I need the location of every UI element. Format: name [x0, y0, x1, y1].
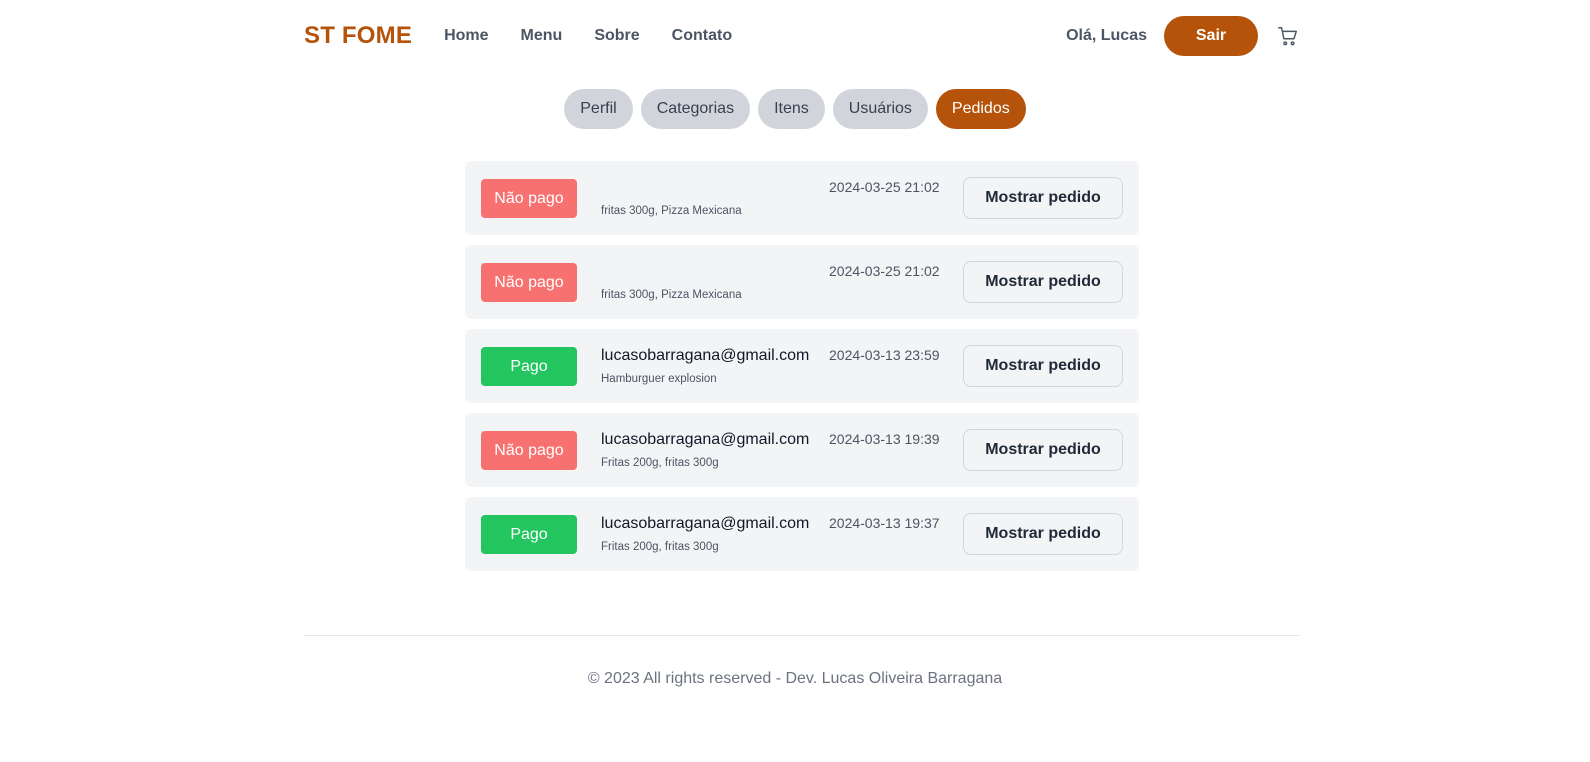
- order-items: fritas 300g, Pizza Mexicana: [601, 289, 742, 301]
- status-badge: Pago: [481, 347, 577, 386]
- order-date: 2024-03-25 21:02: [829, 179, 940, 195]
- status-badge: Não pago: [481, 431, 577, 470]
- top-header: ST FOME Home Menu Sobre Contato Olá, Luc…: [304, 0, 1300, 72]
- admin-tabs: Perfil Categorias Itens Usuários Pedidos: [0, 89, 1590, 129]
- nav-contato-link[interactable]: Contato: [672, 27, 732, 45]
- order-row: Pago lucasobarragana@gmail.com Fritas 20…: [465, 497, 1139, 571]
- order-items: fritas 300g, Pizza Mexicana: [601, 205, 742, 217]
- order-date: 2024-03-25 21:02: [829, 263, 940, 279]
- show-order-button[interactable]: Mostrar pedido: [963, 177, 1123, 219]
- orders-list: Não pago fritas 300g, Pizza Mexicana 202…: [465, 161, 1139, 581]
- order-date: 2024-03-13 23:59: [829, 347, 940, 363]
- tab-usuarios[interactable]: Usuários: [832, 89, 928, 129]
- order-items: Fritas 200g, fritas 300g: [601, 457, 719, 469]
- main-nav: Home Menu Sobre Contato: [444, 27, 764, 45]
- show-order-button[interactable]: Mostrar pedido: [963, 429, 1123, 471]
- order-date: 2024-03-13 19:37: [829, 515, 940, 531]
- nav-home-link[interactable]: Home: [444, 27, 488, 45]
- footer-copyright: © 2023 All rights reserved - Dev. Lucas …: [587, 670, 1003, 687]
- nav-sobre-link[interactable]: Sobre: [594, 27, 639, 45]
- header-user-area: Olá, Lucas Sair: [1066, 16, 1300, 56]
- order-items: Fritas 200g, fritas 300g: [601, 541, 719, 553]
- order-row: Pago lucasobarragana@gmail.com Hamburgue…: [465, 329, 1139, 403]
- status-badge: Não pago: [481, 263, 577, 302]
- order-row: Não pago fritas 300g, Pizza Mexicana 202…: [465, 161, 1139, 235]
- show-order-button[interactable]: Mostrar pedido: [963, 345, 1123, 387]
- order-email: lucasobarragana@gmail.com: [601, 431, 810, 448]
- order-row: Não pago fritas 300g, Pizza Mexicana 202…: [465, 245, 1139, 319]
- brand-logo[interactable]: ST FOME: [304, 22, 412, 50]
- order-items: Hamburguer explosion: [601, 373, 717, 385]
- order-email: lucasobarragana@gmail.com: [601, 515, 810, 532]
- order-email: lucasobarragana@gmail.com: [601, 347, 810, 364]
- nav-menu-link[interactable]: Menu: [521, 27, 563, 45]
- tab-perfil[interactable]: Perfil: [564, 89, 633, 129]
- show-order-button[interactable]: Mostrar pedido: [963, 261, 1123, 303]
- user-greeting: Olá, Lucas: [1066, 27, 1147, 44]
- tab-pedidos[interactable]: Pedidos: [935, 89, 1026, 129]
- tab-categorias[interactable]: Categorias: [640, 89, 751, 129]
- tab-itens[interactable]: Itens: [758, 89, 825, 129]
- status-badge: Pago: [481, 515, 577, 554]
- cart-icon[interactable]: [1276, 24, 1300, 48]
- order-date: 2024-03-13 19:39: [829, 431, 940, 447]
- footer-divider: [304, 635, 1300, 636]
- status-badge: Não pago: [481, 179, 577, 218]
- order-row: Não pago lucasobarragana@gmail.com Frita…: [465, 413, 1139, 487]
- logout-button[interactable]: Sair: [1164, 16, 1258, 56]
- show-order-button[interactable]: Mostrar pedido: [963, 513, 1123, 555]
